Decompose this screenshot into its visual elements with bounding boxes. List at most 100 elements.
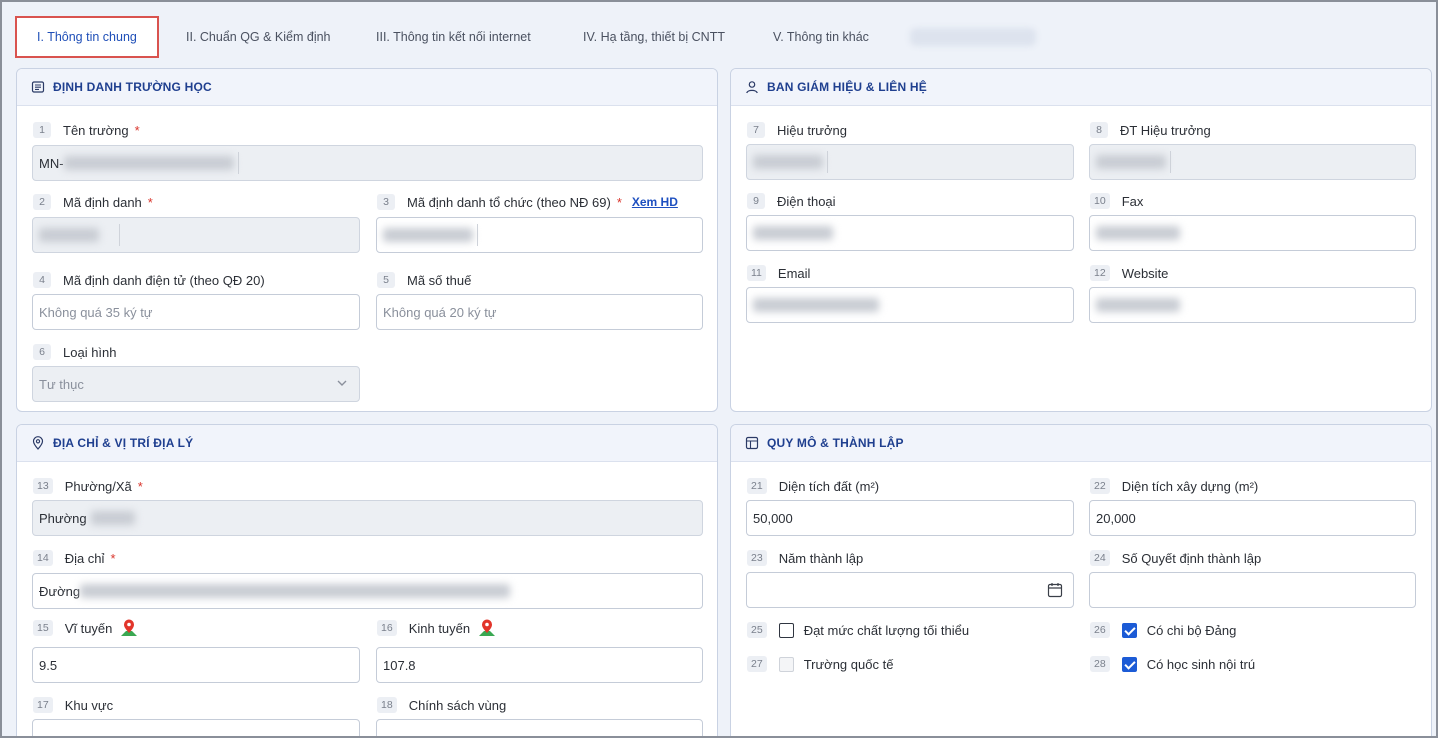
field-org-identifier: 3 Mã định danh tổ chức (theo NĐ 69) * Xem H… [377,193,678,211]
field-principal-phone: 8 ĐT Hiệu trưởng [1090,121,1211,139]
checkbox-label: Có chi bộ Đảng [1146,622,1237,638]
list-icon [31,81,45,93]
field-school-type: 6 Loại hình [33,343,117,361]
redacted-text [383,228,473,242]
ward-input[interactable]: Phường [32,500,703,536]
field-number: 21 [747,478,767,494]
regional-policy-select[interactable] [376,719,703,736]
principal-input[interactable] [746,144,1074,180]
field-label: Hiệu trưởng [777,122,847,138]
field-number: 10 [1090,193,1110,209]
website-input[interactable] [1089,287,1416,323]
calendar-icon[interactable] [1047,582,1063,598]
map-pin-icon[interactable] [476,617,498,639]
identifier-input[interactable] [32,217,360,253]
card-board-contacts: BAN GIÁM HIỆU & LIÊN HỆ 7 Hiệu trưởng 8 ĐT… [730,68,1432,412]
field-number: 15 [33,620,53,636]
field-label: Mã định danh điện tử (theo QĐ 20) [63,272,265,288]
tab-redacted[interactable] [910,28,1036,46]
min-quality-checkbox[interactable] [778,622,794,638]
international-school-checkbox[interactable] [778,656,794,672]
field-label: Năm thành lập [778,550,864,566]
user-icon [746,81,758,94]
field-label: Khu vực [64,697,114,713]
field-label: Website [1121,265,1169,281]
field-number: 26 [1090,622,1110,638]
input-value: 50,000 [753,510,793,526]
email-input[interactable] [746,287,1074,323]
latitude-input[interactable]: 9.5 [32,647,360,683]
card-header: ĐỊA CHỈ & VỊ TRÍ ĐỊA LÝ [17,425,717,462]
card-scale-establishment: QUY MÔ & THÀNH LẬP 21 Diện tích đất (m²) … [730,424,1432,736]
card-title: ĐỊNH DANH TRƯỜNG HỌC [53,80,212,94]
longitude-input[interactable]: 107.8 [376,647,703,683]
field-label: Loại hình [63,344,117,360]
building-area-input[interactable]: 20,000 [1089,500,1416,536]
founded-year-input[interactable] [746,572,1074,608]
field-number: 5 [377,272,395,288]
field-label: Email [777,265,811,281]
field-label: ĐT Hiệu trưởng [1120,122,1211,138]
school-type-select[interactable]: Tư thục [32,366,360,402]
input-value: MN- [39,155,64,171]
field-phone: 9 Điện thoại [747,192,836,210]
field-number: 2 [33,194,51,210]
fax-input[interactable] [1089,215,1416,251]
principal-phone-input[interactable] [1089,144,1416,180]
checkbox-label: Trường quốc tế [803,656,894,672]
redacted-text [80,584,511,598]
org-identifier-input[interactable] [376,217,703,253]
field-min-quality: 25 Đạt mức chất lượng tối thiểu [747,621,969,639]
required-marker: * [110,550,116,566]
view-guide-link[interactable]: Xem HD [632,195,678,209]
address-input[interactable]: Đường [32,573,703,609]
field-land-area: 21 Diện tích đất (m²) [747,477,879,495]
field-number: 14 [33,550,53,566]
field-number: 4 [33,272,51,288]
field-identifier: 2 Mã định danh * [33,193,153,211]
input-placeholder: Không quá 20 ký tự [383,304,497,320]
field-number: 12 [1090,265,1110,281]
field-label: Chính sách vùng [408,697,507,713]
field-number: 28 [1090,656,1110,672]
field-principal: 7 Hiệu trưởng [747,121,847,139]
field-number: 16 [377,620,397,636]
boarding-students-checkbox[interactable] [1121,656,1137,672]
tab-other-info[interactable]: V. Thông tin khác [773,16,869,58]
map-pin-icon[interactable] [118,617,140,639]
chevron-down-icon [337,380,347,386]
decision-number-input[interactable] [1089,572,1416,608]
field-number: 25 [747,622,767,638]
field-ward: 13 Phường/Xã * [33,477,143,495]
input-value: 107.8 [383,657,416,673]
school-name-input[interactable]: MN- [32,145,703,181]
tab-internet-connection[interactable]: III. Thông tin kết nối internet [376,16,531,58]
tab-national-standard[interactable]: II. Chuẩn QG & Kiểm định [186,16,331,58]
land-area-input[interactable]: 50,000 [746,500,1074,536]
field-label: Mã định danh tổ chức (theo NĐ 69) [407,194,611,210]
text-cursor [119,224,120,246]
electronic-identifier-input[interactable]: Không quá 35 ký tự [32,294,360,330]
card-title: ĐỊA CHỈ & VỊ TRÍ ĐỊA LÝ [53,436,194,450]
tax-code-input[interactable]: Không quá 20 ký tự [376,294,703,330]
phone-input[interactable] [746,215,1074,251]
field-number: 22 [1090,478,1110,494]
text-cursor [1170,151,1171,173]
field-international-school: 27 Trường quốc tế [747,655,893,673]
region-select[interactable] [32,719,360,736]
party-cell-checkbox[interactable] [1121,622,1137,638]
field-number: 11 [747,265,766,281]
field-label: Phường/Xã [64,478,132,494]
redacted-text [63,156,234,170]
checkbox-label: Đạt mức chất lượng tối thiểu [803,622,970,638]
tab-it-infrastructure[interactable]: IV. Hạ tầng, thiết bị CNTT [583,16,725,58]
tab-general-info[interactable]: I. Thông tin chung [15,16,159,58]
checkbox-label: Có học sinh nội trú [1146,656,1256,672]
field-number: 7 [747,122,765,138]
field-label: Mã định danh [63,194,142,210]
redacted-text [1096,226,1180,240]
card-header: QUY MÔ & THÀNH LẬP [731,425,1431,462]
field-tax-code: 5 Mã số thuế [377,271,471,289]
input-value: 20,000 [1096,510,1136,526]
field-number: 1 [33,122,51,138]
